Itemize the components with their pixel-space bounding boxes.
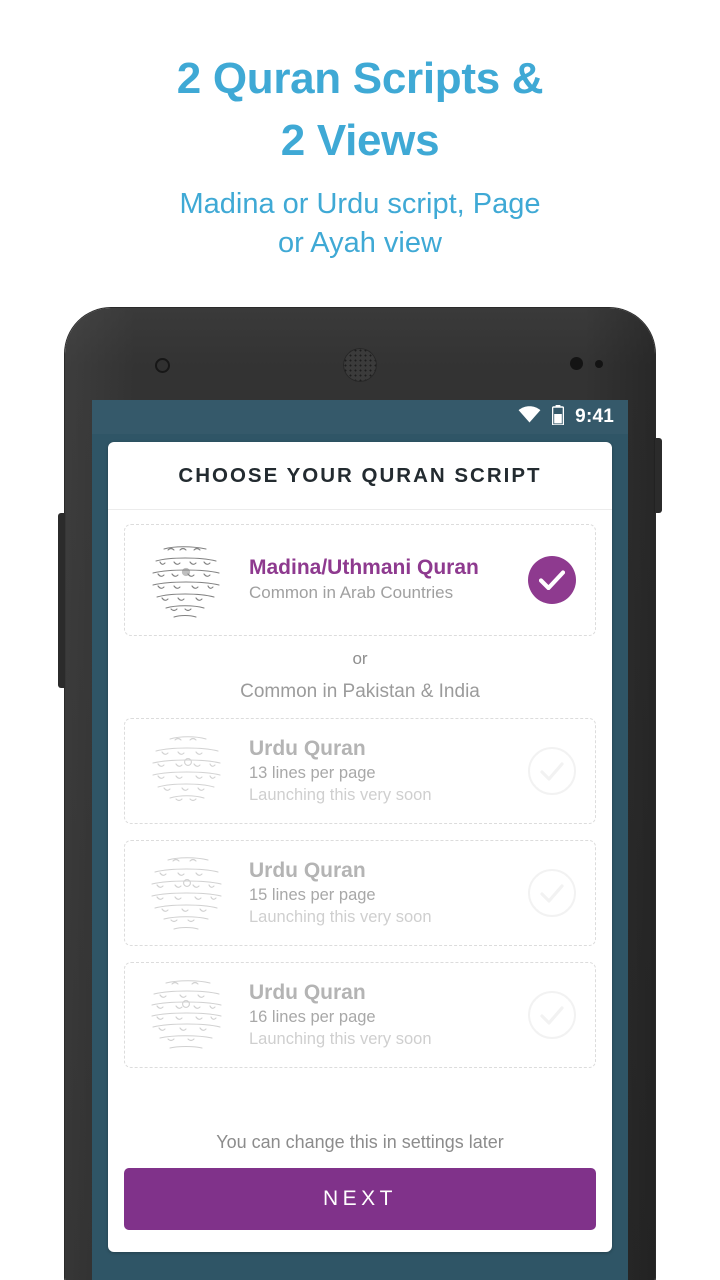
option-card-urdu-15[interactable]: Urdu Quran 15 lines per page Launching t… (124, 840, 596, 947)
option-check-wrap (521, 991, 583, 1040)
option-subtitle: 13 lines per page (249, 764, 376, 783)
status-bar-time: 9:41 (575, 406, 614, 427)
option-card-urdu-13[interactable]: Urdu Quran 13 lines per page Launching t… (124, 718, 596, 825)
option-note: Launching this very soon (249, 1030, 432, 1049)
promo-subtitle-line-2: or Ayah view (278, 226, 442, 259)
option-text: Urdu Quran 16 lines per page Launching t… (235, 980, 521, 1050)
check-circle-filled-icon[interactable] (528, 556, 576, 604)
next-button[interactable]: NEXT (124, 1168, 596, 1230)
check-circle-outline-icon (528, 869, 576, 918)
promo-title: 2 Quran Scripts & 2 Views (0, 48, 720, 173)
option-check-wrap (521, 869, 583, 918)
footer-note: You can change this in settings later (216, 1132, 504, 1153)
phone-screen: 9:41 CHOOSE YOUR QURAN SCRIPT Madina/Uth… (92, 400, 628, 1280)
options-list: Madina/Uthmani Quran Common in Arab Coun… (108, 510, 612, 1116)
volume-button[interactable] (58, 513, 66, 688)
option-text: Urdu Quran 15 lines per page Launching t… (235, 858, 521, 928)
earpiece-speaker-icon (343, 348, 377, 382)
check-circle-outline-icon (528, 991, 576, 1040)
front-camera-icon (155, 358, 170, 373)
arabic-script-thumbnail (137, 533, 235, 627)
promo-header: 2 Quran Scripts & 2 Views Madina or Urdu… (0, 48, 720, 262)
option-title: Madina/Uthmani Quran (249, 556, 479, 580)
option-card-urdu-16[interactable]: Urdu Quran 16 lines per page Launching t… (124, 962, 596, 1069)
promo-subtitle: Madina or Urdu script, Page or Ayah view (0, 185, 720, 262)
option-check-wrap[interactable] (521, 556, 583, 604)
promo-screenshot: 2 Quran Scripts & 2 Views Madina or Urdu… (0, 0, 720, 1280)
phone-device-frame: 9:41 CHOOSE YOUR QURAN SCRIPT Madina/Uth… (58, 308, 662, 1280)
page-title: CHOOSE YOUR QURAN SCRIPT (178, 463, 542, 487)
battery-icon (552, 404, 565, 430)
promo-title-line-2: 2 Views (280, 116, 440, 166)
promo-subtitle-line-1: Madina or Urdu script, Page (179, 187, 541, 220)
option-note: Launching this very soon (249, 786, 432, 805)
option-text: Madina/Uthmani Quran Common in Arab Coun… (235, 555, 521, 604)
option-subtitle: 15 lines per page (249, 886, 376, 905)
app-footer: You can change this in settings later NE… (108, 1116, 612, 1252)
proximity-sensor-icon (570, 357, 583, 370)
app-header: CHOOSE YOUR QURAN SCRIPT (108, 442, 612, 510)
light-sensor-icon (595, 360, 603, 368)
divider-block: or Common in Pakistan & India (124, 636, 596, 718)
option-card-madina[interactable]: Madina/Uthmani Quran Common in Arab Coun… (124, 524, 596, 636)
option-subtitle: 16 lines per page (249, 1008, 376, 1027)
check-circle-outline-icon (528, 747, 576, 796)
status-bar: 9:41 (92, 400, 628, 434)
option-title: Urdu Quran (249, 736, 366, 760)
app-container: CHOOSE YOUR QURAN SCRIPT Madina/Uthmani … (108, 442, 612, 1252)
option-check-wrap (521, 747, 583, 796)
urdu-script-thumbnail (137, 724, 235, 818)
divider-note: Common in Pakistan & India (240, 681, 480, 703)
option-text: Urdu Quran 13 lines per page Launching t… (235, 736, 521, 806)
option-subtitle: Common in Arab Countries (249, 582, 454, 602)
urdu-script-thumbnail (137, 968, 235, 1062)
divider-or-label: or (352, 649, 368, 668)
promo-title-line-1: 2 Quran Scripts & (176, 54, 544, 103)
option-title: Urdu Quran (249, 858, 366, 882)
wifi-icon (518, 406, 541, 428)
power-button[interactable] (654, 438, 662, 513)
urdu-script-thumbnail (137, 846, 235, 940)
option-note: Launching this very soon (249, 908, 432, 927)
option-title: Urdu Quran (249, 980, 366, 1004)
